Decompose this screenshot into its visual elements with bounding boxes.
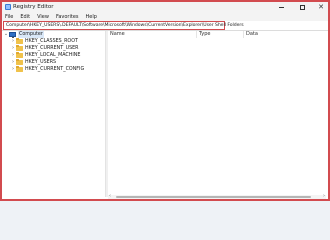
column-header-data[interactable]: Data (244, 31, 328, 38)
menu-view[interactable]: View (37, 13, 49, 21)
tree-item-label: HKEY_CURRENT_USER (25, 46, 79, 51)
minimize-button[interactable] (272, 2, 290, 13)
tree-item-label: HKEY_CURRENT_CONFIG (25, 67, 85, 72)
folder-icon (16, 52, 23, 58)
menu-file[interactable]: File (5, 13, 13, 21)
values-list: Name Type Data (108, 31, 328, 197)
folder-icon (16, 38, 23, 44)
tree-item-label: HKEY_CLASSES_ROOT (25, 39, 78, 44)
scrollbar-thumb[interactable] (116, 196, 311, 198)
menu-favorites[interactable]: Favorites (56, 13, 79, 21)
address-path[interactable]: Computer\HKEY_USERS\.DEFAULT\Software\Mi… (6, 22, 244, 29)
tree-item-computer[interactable]: ⌄ Computer (3, 31, 44, 38)
menu-bar: File Edit View Favorites Help (2, 13, 328, 21)
registry-tree: ⌄ Computer › HKEY_CLASSES_ROOT › HKEY_CU… (2, 31, 105, 197)
title-bar[interactable]: Registry Editor ✕ (2, 2, 328, 13)
folder-icon (16, 45, 23, 51)
tree-item-hkey-users[interactable]: › HKEY_USERS (10, 59, 56, 66)
tree-item-hkey-local-machine[interactable]: › HKEY_LOCAL_MACHINE (10, 52, 80, 59)
tree-item-label: HKEY_LOCAL_MACHINE (25, 53, 81, 58)
close-icon: ✕ (318, 3, 324, 11)
tree-item-label: Computer (18, 31, 44, 38)
column-header-type[interactable]: Type (197, 31, 244, 38)
folder-icon (16, 66, 23, 72)
tree-item-label: HKEY_USERS (25, 60, 57, 65)
column-header-name[interactable]: Name (108, 31, 197, 38)
folder-icon (16, 59, 23, 65)
maximize-icon (299, 5, 305, 10)
status-bar (2, 199, 328, 201)
registry-editor-app-icon (5, 4, 11, 10)
computer-icon (9, 32, 16, 38)
tree-item-hkey-current-config[interactable]: › HKEY_CURRENT_CONFIG (10, 66, 84, 73)
window-title: Registry Editor (13, 4, 54, 10)
address-bar[interactable]: Computer\HKEY_USERS\.DEFAULT\Software\Mi… (3, 21, 244, 30)
menu-edit[interactable]: Edit (20, 13, 30, 21)
registry-editor-window: Registry Editor ✕ File Edit View Favorit… (0, 0, 330, 201)
tree-item-hkey-classes-root[interactable]: › HKEY_CLASSES_ROOT (10, 38, 78, 45)
close-button[interactable]: ✕ (314, 2, 328, 13)
tree-item-hkey-current-user[interactable]: › HKEY_CURRENT_USER (10, 45, 79, 52)
maximize-button[interactable] (293, 2, 311, 13)
menu-help[interactable]: Help (86, 13, 97, 21)
minimize-icon (278, 7, 284, 8)
